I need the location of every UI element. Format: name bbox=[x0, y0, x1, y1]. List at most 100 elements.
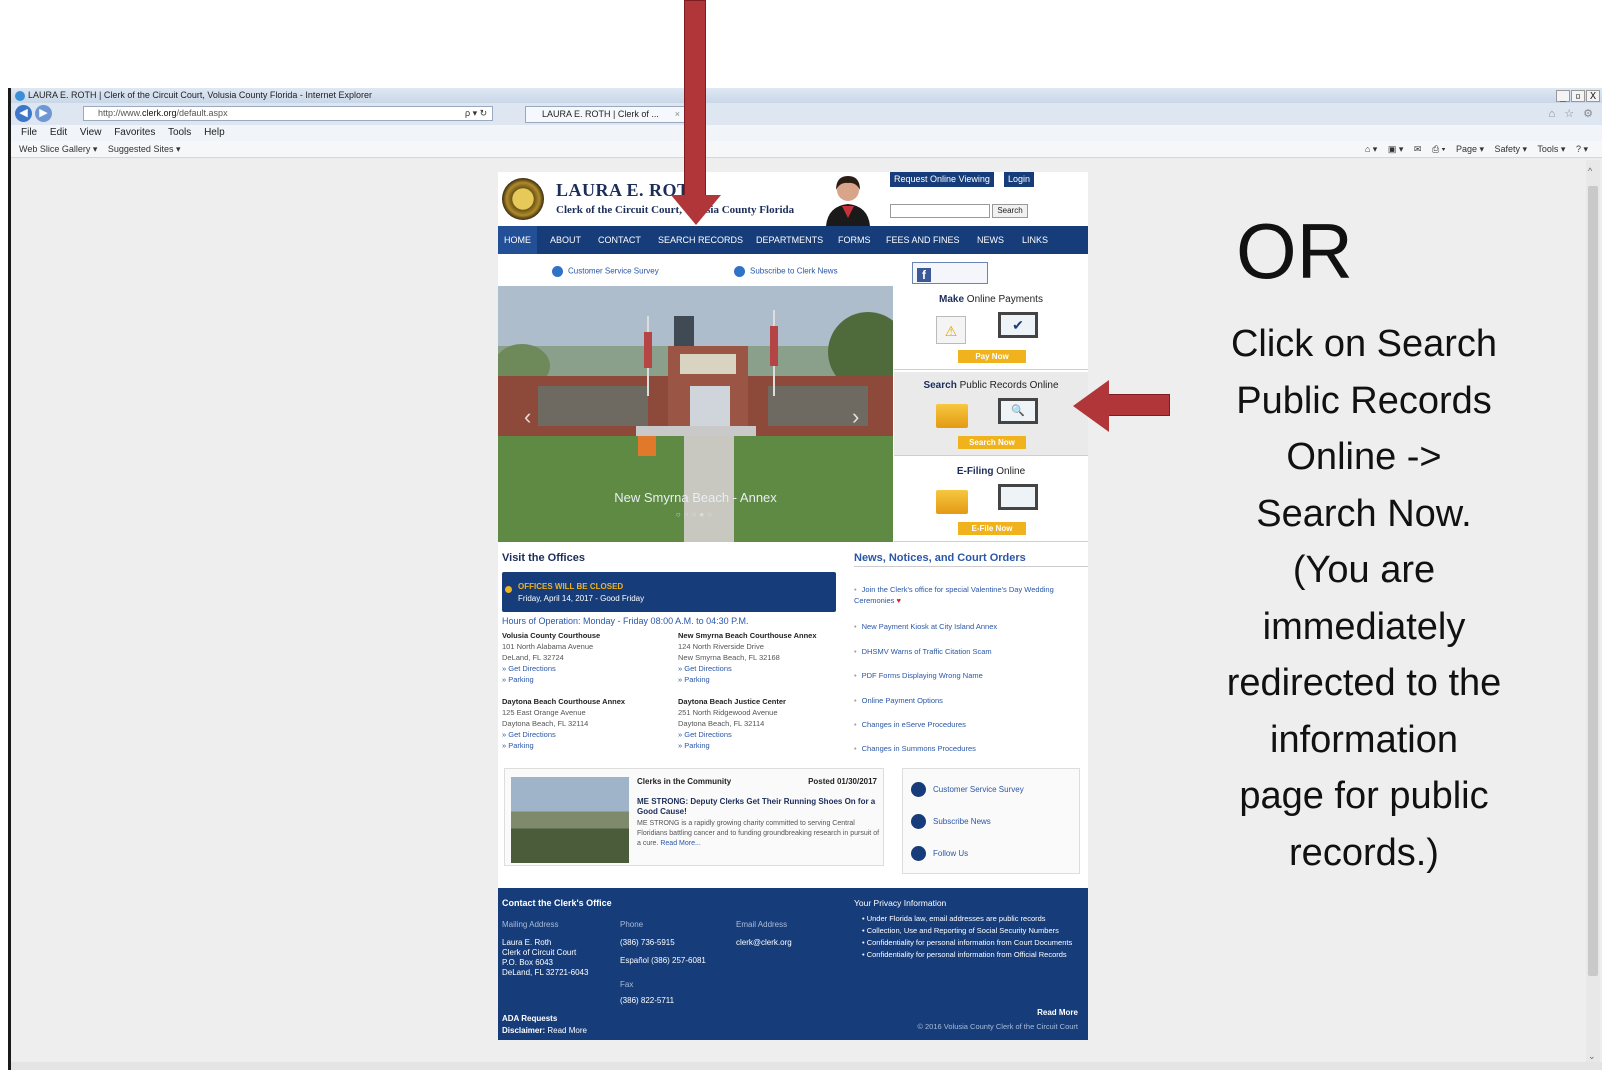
parking-link[interactable]: » Parking bbox=[502, 740, 625, 751]
menu-favorites[interactable]: Favorites bbox=[114, 127, 155, 138]
favorite-suggested-sites[interactable]: Suggested Sites ▾ bbox=[108, 144, 181, 154]
menu-edit[interactable]: Edit bbox=[50, 127, 67, 138]
efile-now-button[interactable]: E-File Now bbox=[958, 522, 1026, 535]
privacy-item[interactable]: Collection, Use and Reporting of Social … bbox=[862, 926, 1082, 936]
subscribe-link[interactable]: Subscribe to Clerk News bbox=[734, 266, 838, 277]
community-photo[interactable] bbox=[511, 777, 629, 863]
news-item[interactable]: PDF Forms Displaying Wrong Name bbox=[854, 671, 1088, 680]
minimize-button[interactable]: _ bbox=[1556, 90, 1570, 102]
get-directions-link[interactable]: » Get Directions bbox=[502, 663, 600, 674]
scroll-down-icon[interactable]: ⌄ bbox=[1588, 1051, 1596, 1062]
warning-document-icon: ⚠ bbox=[936, 316, 966, 344]
news-item[interactable]: Changes in Summons Procedures bbox=[854, 744, 1088, 753]
feeds-icon[interactable]: ▣ ▾ bbox=[1388, 144, 1404, 154]
privacy-item[interactable]: Under Florida law, email addresses are p… bbox=[862, 914, 1082, 924]
news-item[interactable]: Join the Clerk's office for special Vale… bbox=[854, 584, 1088, 606]
quick-survey-label: Customer Service Survey bbox=[933, 785, 1024, 794]
browser-tab[interactable]: LAURA E. ROTH | Clerk of ... × bbox=[525, 106, 685, 123]
scroll-up-icon[interactable]: ^ bbox=[1588, 166, 1592, 176]
get-directions-link[interactable]: » Get Directions bbox=[678, 729, 786, 740]
privacy-item[interactable]: Confidentiality for personal information… bbox=[862, 938, 1082, 948]
page-menu[interactable]: Page ▾ bbox=[1456, 144, 1484, 154]
menu-tools[interactable]: Tools bbox=[168, 127, 191, 138]
nav-fees-and-fines[interactable]: FEES AND FINES bbox=[886, 226, 960, 254]
parking-link[interactable]: » Parking bbox=[502, 674, 600, 685]
address-bar[interactable]: http://www.clerk.org/default.aspx bbox=[83, 106, 493, 121]
menu-view[interactable]: View bbox=[80, 127, 102, 138]
nav-contact[interactable]: CONTACT bbox=[598, 226, 641, 254]
toolbar-icons[interactable]: ⌂ ☆ ⚙ bbox=[1549, 107, 1596, 120]
site-search-input[interactable] bbox=[890, 204, 990, 218]
news-item[interactable]: New Payment Kiosk at City Island Annex bbox=[854, 622, 1088, 631]
ie-icon bbox=[15, 90, 25, 101]
disclaimer-read-more[interactable]: Read More bbox=[547, 1026, 587, 1035]
site-search-button[interactable]: Search bbox=[992, 204, 1028, 218]
news-item[interactable]: DHSMV Warns of Traffic Citation Scam bbox=[854, 647, 1088, 656]
slider-dots[interactable]: ○○○●○ bbox=[498, 510, 893, 519]
photo-slider[interactable]: ‹ › New Smyrna Beach - Annex ○○○●○ bbox=[498, 286, 893, 542]
espanol-phone[interactable]: Español (386) 257-6081 bbox=[620, 956, 706, 965]
parking-link[interactable]: » Parking bbox=[678, 674, 817, 685]
menu-help[interactable]: Help bbox=[204, 127, 225, 138]
safety-menu[interactable]: Safety ▾ bbox=[1495, 144, 1528, 154]
tab-close-icon[interactable]: × bbox=[675, 107, 680, 122]
print-icon[interactable]: ⎙ ▾ bbox=[1432, 144, 1445, 154]
close-button[interactable]: X bbox=[1586, 90, 1600, 102]
disclaimer-label: Disclaimer: bbox=[502, 1026, 546, 1035]
quick-follow-link[interactable]: Follow Us bbox=[911, 846, 968, 861]
mail-icon[interactable]: ✉ bbox=[1414, 144, 1422, 154]
community-title[interactable]: ME STRONG: Deputy Clerks Get Their Runni… bbox=[637, 797, 877, 817]
search-title-rest: Public Records Online bbox=[956, 380, 1059, 391]
search-now-button[interactable]: Search Now bbox=[958, 436, 1026, 449]
login-button[interactable]: Login bbox=[1004, 172, 1035, 187]
nav-departments[interactable]: DEPARTMENTS bbox=[756, 226, 823, 254]
favorite-web-slice[interactable]: Web Slice Gallery ▾ bbox=[19, 144, 97, 154]
site-nav: HOME ABOUT CONTACT SEARCH RECORDS DEPART… bbox=[498, 226, 1088, 254]
county-seal-logo[interactable] bbox=[502, 178, 544, 220]
scroll-thumb[interactable] bbox=[1588, 186, 1598, 976]
slider-next-icon[interactable]: › bbox=[852, 404, 859, 430]
quick-survey-link[interactable]: Customer Service Survey bbox=[911, 782, 1024, 797]
forward-button[interactable]: ▶ bbox=[35, 105, 52, 122]
office-street: 101 North Alabama Avenue bbox=[502, 642, 594, 651]
menu-file[interactable]: File bbox=[21, 127, 37, 138]
address-controls[interactable]: ρ ▾ ↻ bbox=[465, 108, 487, 119]
hours-of-operation: Hours of Operation: Monday - Friday 08:0… bbox=[502, 616, 749, 626]
nav-search-records[interactable]: SEARCH RECORDS bbox=[658, 226, 743, 254]
read-more-link[interactable]: Read More... bbox=[660, 840, 700, 847]
office-city: Daytona Beach, FL 32114 bbox=[678, 719, 765, 728]
tools-menu[interactable]: Tools ▾ bbox=[1537, 144, 1565, 154]
nav-links[interactable]: LINKS bbox=[1022, 226, 1048, 254]
maximize-button[interactable]: ▫ bbox=[1571, 90, 1585, 102]
phone-number[interactable]: (386) 736-5915 bbox=[620, 938, 675, 947]
news-item[interactable]: Changes in eServe Procedures bbox=[854, 720, 1088, 729]
quick-subscribe-link[interactable]: Subscribe News bbox=[911, 814, 991, 829]
help-icon[interactable]: ? ▾ bbox=[1576, 144, 1588, 154]
vertical-scrollbar[interactable]: ^ ⌄ bbox=[1586, 160, 1600, 1064]
privacy-item[interactable]: Confidentiality for personal information… bbox=[862, 950, 1082, 960]
office-city: New Smyrna Beach, FL 32168 bbox=[678, 653, 780, 662]
back-button[interactable]: ◀ bbox=[15, 105, 32, 122]
parking-link[interactable]: » Parking bbox=[678, 740, 786, 751]
home-icon[interactable]: ⌂ ▾ bbox=[1365, 144, 1377, 154]
pay-now-button[interactable]: Pay Now bbox=[958, 350, 1026, 363]
facebook-button[interactable]: ffacebook bbox=[912, 262, 988, 303]
get-directions-link[interactable]: » Get Directions bbox=[678, 663, 817, 674]
ada-requests-link[interactable]: ADA Requests bbox=[502, 1014, 557, 1023]
nav-home[interactable]: HOME bbox=[498, 226, 537, 254]
news-item[interactable]: Online Payment Options bbox=[854, 696, 1088, 705]
copyright: © 2016 Volusia County Clerk of the Circu… bbox=[917, 1022, 1078, 1031]
nav-forms[interactable]: FORMS bbox=[838, 226, 871, 254]
office-daytona-annex: Daytona Beach Courthouse Annex 125 East … bbox=[502, 696, 625, 751]
privacy-read-more[interactable]: Read More bbox=[1037, 1008, 1078, 1017]
request-viewing-button[interactable]: Request Online Viewing bbox=[890, 172, 994, 187]
email-link[interactable]: clerk@clerk.org bbox=[736, 938, 792, 947]
office-city: Daytona Beach, FL 32114 bbox=[502, 719, 589, 728]
survey-icon bbox=[552, 266, 563, 277]
slider-prev-icon[interactable]: ‹ bbox=[524, 404, 531, 430]
office-street: 251 North Ridgewood Avenue bbox=[678, 708, 778, 717]
service-survey-link[interactable]: Customer Service Survey bbox=[552, 266, 659, 277]
nav-news[interactable]: NEWS bbox=[977, 226, 1004, 254]
get-directions-link[interactable]: » Get Directions bbox=[502, 729, 625, 740]
nav-about[interactable]: ABOUT bbox=[550, 226, 581, 254]
